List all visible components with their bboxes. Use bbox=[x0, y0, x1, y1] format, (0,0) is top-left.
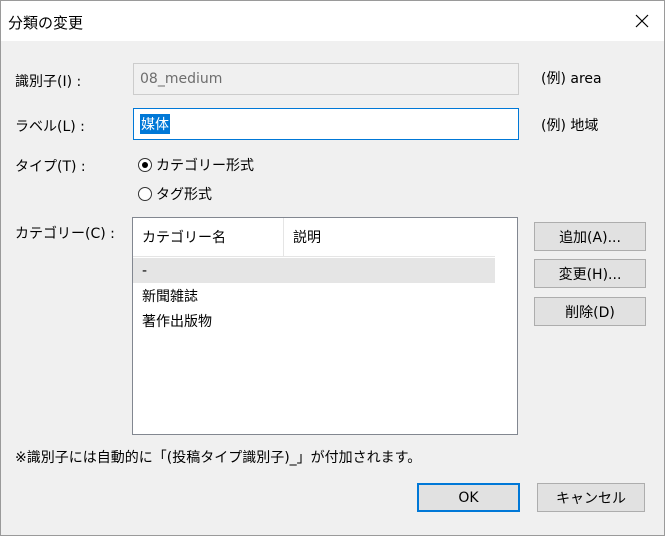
list-item[interactable]: 著作出版物 bbox=[133, 308, 495, 333]
radio-checked-icon bbox=[138, 158, 152, 172]
radio-unchecked-icon bbox=[138, 187, 152, 201]
radio-tag-format[interactable]: タグ形式 bbox=[138, 184, 212, 204]
label-value-selected: 媒体 bbox=[140, 114, 170, 134]
identifier-field[interactable]: 08_medium bbox=[133, 63, 519, 95]
change-classification-dialog: 分類の変更 識別子(I) : 08_medium (例) area ラベル(L)… bbox=[0, 0, 665, 536]
identifier-example: (例) area bbox=[541, 71, 602, 87]
cancel-button[interactable]: キャンセル bbox=[537, 483, 645, 512]
list-item-name: 新聞雑誌 bbox=[142, 288, 198, 305]
close-icon bbox=[635, 14, 649, 28]
edit-button[interactable]: 変更(H)... bbox=[534, 259, 646, 288]
label-field[interactable]: 媒体 bbox=[133, 108, 519, 140]
list-item[interactable]: 新聞雑誌 bbox=[133, 283, 495, 308]
column-header-description[interactable]: 説明 bbox=[284, 218, 495, 256]
radio-category-format-label: カテゴリー形式 bbox=[156, 158, 254, 174]
ok-button[interactable]: OK bbox=[417, 483, 520, 512]
title-bar: 分類の変更 bbox=[1, 1, 664, 41]
add-button[interactable]: 追加(A)... bbox=[534, 222, 646, 251]
radio-tag-format-label: タグ形式 bbox=[156, 187, 212, 203]
category-list[interactable]: カテゴリー名 説明 - 新聞雑誌 著作出版物 bbox=[132, 217, 518, 435]
type-label: タイプ(T) : bbox=[15, 159, 86, 175]
list-header: カテゴリー名 説明 bbox=[133, 218, 495, 257]
list-item-name: - bbox=[142, 262, 148, 279]
label-example: (例) 地域 bbox=[541, 118, 599, 134]
list-item[interactable]: - bbox=[133, 258, 495, 283]
identifier-note: ※識別子には自動的に「(投稿タイプ識別子)_」が付加されます。 bbox=[15, 450, 422, 466]
identifier-label: 識別子(I) : bbox=[15, 74, 82, 90]
radio-category-format[interactable]: カテゴリー形式 bbox=[138, 155, 254, 175]
label-field-label: ラベル(L) : bbox=[15, 119, 85, 135]
identifier-value: 08_medium bbox=[140, 71, 223, 87]
column-header-category-name[interactable]: カテゴリー名 bbox=[133, 218, 284, 256]
dialog-title: 分類の変更 bbox=[8, 14, 84, 32]
list-item-name: 著作出版物 bbox=[142, 313, 212, 330]
close-button[interactable] bbox=[620, 1, 664, 41]
delete-button[interactable]: 削除(D) bbox=[534, 297, 646, 326]
category-label: カテゴリー(C) : bbox=[15, 226, 115, 242]
